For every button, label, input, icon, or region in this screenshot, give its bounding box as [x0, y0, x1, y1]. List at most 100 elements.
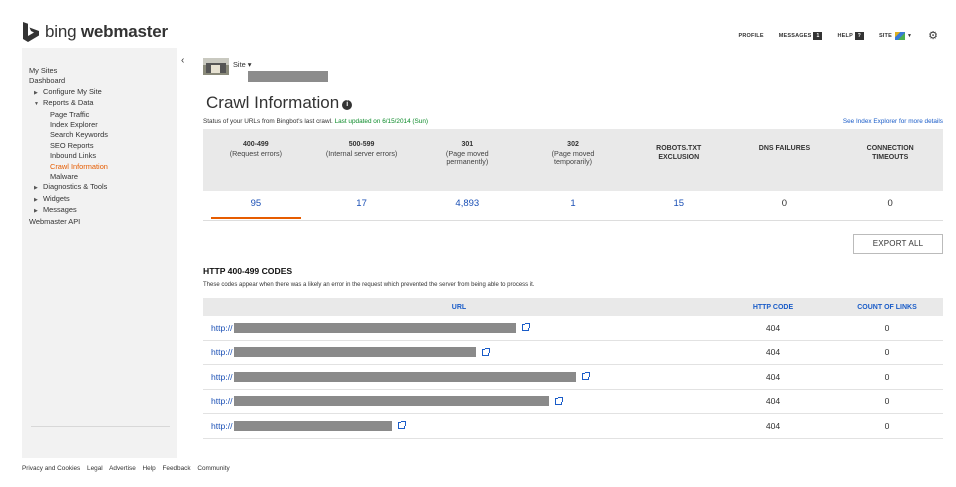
stat-desc: (Page moved permanently): [445, 148, 489, 166]
gear-icon[interactable]: ⚙: [928, 29, 938, 42]
page-title: Crawl Information i: [206, 93, 353, 113]
footer-link-community[interactable]: Community: [197, 465, 229, 472]
sidebar-item-seo-reports[interactable]: SEO Reports: [29, 141, 108, 151]
stat-value-400[interactable]: 95: [203, 191, 309, 221]
sidebar-item-label: Configure My Site: [43, 86, 102, 96]
sidebar-divider: [31, 426, 170, 427]
chevron-right-icon: ▶: [34, 196, 38, 203]
messages-link[interactable]: MESSAGES 1: [779, 31, 823, 40]
stat-value-302[interactable]: 1: [520, 191, 626, 221]
sidebar-item-diagnostics-tools[interactable]: ▶ Diagnostics & Tools: [29, 182, 108, 193]
section-title: HTTP 400-499 CODES: [203, 266, 293, 276]
url-cell: http://: [203, 322, 715, 333]
url-link[interactable]: http://: [211, 421, 233, 431]
stat-header-500[interactable]: 500-599 (Internal server errors): [309, 129, 415, 191]
last-updated-text: Last updated on 6/15/2014 (Sun): [334, 118, 429, 125]
link-count-cell: 0: [884, 396, 890, 407]
sidebar-item-my-sites[interactable]: My Sites: [29, 66, 108, 76]
external-link-icon[interactable]: [481, 347, 490, 356]
stat-header-dns[interactable]: DNS FAILURES: [732, 129, 838, 191]
stat-value-robots[interactable]: 15: [626, 191, 732, 221]
sidebar-item-messages[interactable]: ▶ Messages: [29, 205, 108, 216]
external-link-icon[interactable]: [554, 396, 563, 405]
footer: Privacy and Cookies Legal Advertise Help…: [22, 465, 235, 472]
profile-link[interactable]: PROFILE: [738, 33, 763, 39]
footer-link-privacy[interactable]: Privacy and Cookies: [22, 465, 80, 472]
status-text: Status of your URLs from Bingbot's last …: [203, 118, 333, 125]
sidebar-item-index-explorer[interactable]: Index Explorer: [29, 120, 108, 130]
stat-header-400[interactable]: 400-499 (Request errors): [203, 129, 309, 191]
url-redacted: [233, 322, 516, 333]
url-redacted: [233, 420, 392, 431]
link-count-cell: 0: [884, 420, 890, 431]
stat-value-timeouts: 0: [887, 198, 893, 209]
sidebar-item-widgets[interactable]: ▶ Widgets: [29, 194, 108, 205]
url-redacted: [233, 347, 476, 358]
chevron-right-icon: ▶: [34, 89, 38, 96]
divider: [203, 220, 943, 221]
section-description: These codes appear when there was a like…: [203, 282, 535, 288]
bing-webmaster-logo[interactable]: bing webmaster: [22, 22, 168, 42]
site-selector[interactable]: Site ▾: [203, 58, 252, 75]
external-link-icon[interactable]: [521, 323, 530, 332]
stat-desc: (Page moved temporarily): [551, 148, 595, 166]
stat-header-301[interactable]: 301 (Page moved permanently): [414, 129, 520, 191]
url-link[interactable]: http://: [211, 347, 233, 357]
stat-header-timeouts[interactable]: CONNECTION TIMEOUTS: [837, 129, 943, 191]
chevron-right-icon: ▶: [34, 208, 38, 215]
stat-value-dns: 0: [781, 198, 788, 209]
stat-header-robots[interactable]: ROBOTS.TXT EXCLUSION: [626, 129, 732, 191]
column-header-http-code[interactable]: HTTP CODE: [715, 304, 831, 311]
crawl-stats-values: 95 17 4,893 1 15 0 0: [203, 191, 943, 221]
sidebar-item-page-traffic[interactable]: Page Traffic: [29, 110, 108, 120]
url-link[interactable]: http://: [211, 396, 233, 406]
chevron-down-icon: ▼: [906, 32, 913, 39]
footer-link-feedback[interactable]: Feedback: [162, 465, 190, 472]
table-row: http:// 404 0: [203, 316, 943, 341]
url-link[interactable]: http://: [211, 372, 233, 382]
help-link[interactable]: HELP ?: [837, 31, 864, 40]
messages-count-badge: 1: [813, 31, 823, 40]
collapse-sidebar-button[interactable]: ‹: [181, 55, 184, 66]
link-count-cell: 0: [884, 322, 890, 333]
table-row: http:// 404 0: [203, 365, 943, 390]
site-flag-icon: [894, 31, 905, 40]
http-code-cell: 404: [765, 420, 781, 431]
index-explorer-link[interactable]: See Index Explorer for more details: [843, 118, 943, 125]
table-header: URL HTTP CODE COUNT OF LINKS: [203, 298, 943, 316]
sidebar-item-crawl-information[interactable]: Crawl Information: [29, 162, 108, 172]
export-all-button[interactable]: EXPORT ALL: [853, 234, 943, 254]
sidebar-item-reports-data[interactable]: ▼ Reports & Data: [29, 98, 108, 109]
sidebar-item-configure-my-site[interactable]: ▶ Configure My Site: [29, 87, 108, 98]
column-header-url[interactable]: URL: [203, 304, 715, 311]
http-codes-table: URL HTTP CODE COUNT OF LINKS http:// 404…: [203, 298, 943, 439]
stat-header-302[interactable]: 302 (Page moved temporarily): [520, 129, 626, 191]
sidebar-item-dashboard[interactable]: Dashboard: [29, 76, 108, 86]
stat-desc: (Request errors): [229, 148, 283, 158]
external-link-icon[interactable]: [397, 421, 406, 430]
info-icon[interactable]: i: [342, 100, 353, 110]
url-link[interactable]: http://: [211, 323, 233, 333]
stat-value-301[interactable]: 4,893: [414, 191, 520, 221]
sidebar-item-search-keywords[interactable]: Search Keywords: [29, 130, 108, 140]
sidebar-item-webmaster-api[interactable]: Webmaster API: [29, 217, 108, 227]
footer-link-help[interactable]: Help: [143, 465, 156, 472]
footer-link-advertise[interactable]: Advertise: [109, 465, 136, 472]
url-redacted: [233, 371, 576, 382]
table-row: http:// 404 0: [203, 341, 943, 365]
stat-value-500[interactable]: 17: [309, 191, 415, 221]
http-code-cell: 404: [765, 396, 781, 407]
footer-link-legal[interactable]: Legal: [87, 465, 103, 472]
external-link-icon[interactable]: [581, 372, 590, 381]
column-header-count-of-links[interactable]: COUNT OF LINKS: [831, 304, 943, 311]
sidebar: My Sites Dashboard ▶ Configure My Site ▼ R…: [22, 48, 177, 458]
crawl-stats-header: 400-499 (Request errors) 500-599 (Internal…: [203, 129, 943, 191]
chevron-right-icon: ▶: [34, 185, 38, 192]
stat-code: CONNECTION TIMEOUTS: [866, 145, 914, 161]
sidebar-item-inbound-links[interactable]: Inbound Links: [29, 151, 108, 161]
site-menu[interactable]: SITE ▼: [879, 31, 913, 40]
top-navigation: PROFILE MESSAGES 1 HELP ? SITE ▼ ⚙: [723, 29, 938, 42]
top-bar: bing webmaster PROFILE MESSAGES 1 HELP ?…: [0, 0, 956, 46]
logo-text-webmaster: webmaster: [80, 22, 168, 41]
sidebar-item-malware[interactable]: Malware: [29, 172, 108, 182]
